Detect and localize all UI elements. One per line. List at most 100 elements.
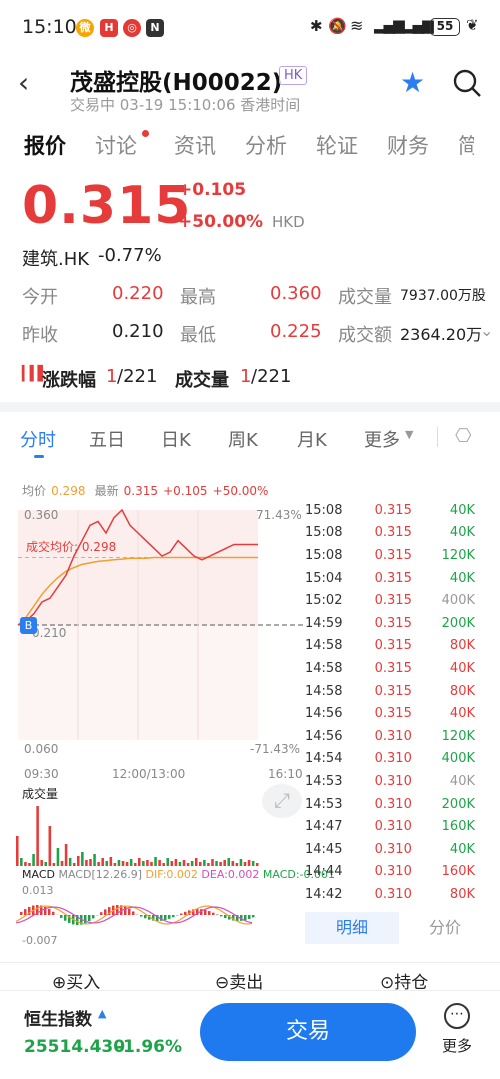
- volume-bar: [64, 844, 68, 866]
- tick-volume: 80K: [449, 886, 475, 902]
- weibo-icon: 微: [76, 19, 94, 37]
- rank-value: 1: [106, 366, 118, 387]
- stock-title: 茂盛控股(H00022): [70, 70, 283, 96]
- tick-volume: 40K: [449, 773, 475, 789]
- rank-value: 1: [240, 366, 252, 387]
- tick-row: 14:42 0.310 80K: [305, 883, 475, 906]
- volume-bar: [162, 863, 165, 866]
- latest-label: 最新: [94, 484, 119, 498]
- tick-volume: 40K: [449, 841, 475, 857]
- tab-profile[interactable]: 简: [458, 130, 474, 160]
- volume-bar: [227, 858, 231, 866]
- pct-axis-bottom: -71.43%: [250, 742, 301, 756]
- volume-bar: [194, 858, 198, 866]
- tab-price-distribution[interactable]: 分价: [405, 912, 485, 944]
- trade-button[interactable]: 交易: [200, 1003, 416, 1061]
- volume-bar: [85, 860, 88, 866]
- tick-volume: 40K: [449, 660, 475, 676]
- section-divider: [0, 402, 500, 412]
- tab-daily[interactable]: 日K: [161, 426, 191, 452]
- leaf-icon: ❦: [466, 16, 479, 34]
- tick-volume: 120K: [441, 547, 475, 563]
- tab-intraday[interactable]: 分时: [20, 426, 56, 452]
- fullscreen-icon[interactable]: ⤢: [262, 784, 302, 818]
- action-row: ⊕买入 ⊖卖出 ⊙持仓: [0, 962, 500, 993]
- volume-bar: [231, 861, 235, 866]
- status-bar: 15:10 微 H ◎ N ✱ 🔕 ≋ ▂▄▆ ▂▄▆ 55 ❦: [0, 0, 500, 52]
- volume-bar: [251, 861, 255, 866]
- latest-pct: +50.00%: [212, 484, 269, 498]
- tab-more[interactable]: 更多: [364, 426, 400, 452]
- volume-bar: [56, 848, 60, 866]
- watchlist-star-icon[interactable]: ★: [400, 66, 425, 99]
- volume-bar: [199, 862, 202, 866]
- volume-bar: [117, 860, 121, 866]
- tab-weekly[interactable]: 周K: [228, 426, 258, 452]
- stat-label: 今开: [22, 287, 58, 308]
- buy-marker[interactable]: B: [20, 617, 37, 634]
- volume-bar: [255, 863, 259, 866]
- tick-volume: 40K: [449, 570, 475, 586]
- caret-down-icon: ▼: [405, 428, 414, 441]
- stat-open: 0.220: [112, 283, 164, 304]
- tab-monthly[interactable]: 月K: [297, 426, 327, 452]
- volume-bar: [77, 856, 80, 866]
- tick-price: 0.315: [374, 683, 412, 699]
- tab-details[interactable]: 明细: [305, 912, 399, 944]
- tick-volume: 120K: [441, 728, 475, 744]
- stat-label: 最低: [180, 325, 216, 346]
- y-axis-bottom: 0.060: [24, 742, 59, 756]
- volume-bar: [207, 863, 210, 866]
- volume-bar: [105, 861, 109, 866]
- tab-news[interactable]: 资讯: [174, 130, 216, 160]
- app-icon: H: [100, 19, 118, 37]
- tick-price: 0.310: [374, 796, 412, 812]
- tab-quote[interactable]: 报价: [24, 130, 66, 160]
- tab-warrants[interactable]: 轮证: [316, 130, 358, 160]
- volume-bar: [89, 859, 92, 866]
- y-axis-ref: 0.210: [32, 626, 67, 640]
- volume-bar: [81, 852, 84, 866]
- stat-turnover: 2364.20万: [400, 325, 483, 344]
- macd-bar: [208, 911, 211, 915]
- macd-chart: [16, 905, 255, 925]
- tick-row: 15:02 0.315 400K: [305, 589, 475, 612]
- tick-price: 0.315: [374, 593, 412, 609]
- volume-bar: [146, 860, 149, 866]
- macd-bar: [252, 915, 255, 918]
- tick-row: 14:44 0.310 160K: [305, 861, 475, 884]
- tick-price: 0.315: [374, 570, 412, 586]
- tick-volume: 200K: [441, 796, 475, 812]
- trading-status: 交易中 03-19 15:10:06 香港时间: [70, 96, 301, 114]
- index-name[interactable]: 恒生指数: [24, 1005, 92, 1030]
- stat-label: 成交额: [338, 325, 392, 346]
- more-label[interactable]: 更多: [442, 1035, 472, 1056]
- rank-total: /221: [117, 366, 158, 387]
- tick-row: 14:53 0.310 40K: [305, 770, 475, 793]
- volume-bar: [48, 826, 52, 866]
- tab-analysis[interactable]: 分析: [245, 130, 287, 160]
- volume-bar: [97, 862, 100, 866]
- tick-time: 14:59: [305, 615, 343, 631]
- tick-price: 0.315: [374, 547, 412, 563]
- search-icon[interactable]: [452, 68, 482, 98]
- macd-bar: [244, 915, 247, 921]
- macd-bar: [164, 915, 167, 921]
- back-icon[interactable]: ‹: [18, 66, 29, 99]
- status-time: 15:10: [22, 16, 77, 38]
- sector-name[interactable]: 建筑.HK: [22, 245, 89, 271]
- rank-total: /221: [251, 366, 292, 387]
- volume-bar: [101, 858, 104, 866]
- stat-label: 成交量: [338, 287, 392, 308]
- tab-finance[interactable]: 财务: [387, 130, 429, 160]
- more-icon[interactable]: ⋯: [444, 1003, 470, 1029]
- chevron-down-icon[interactable]: ⌄: [480, 321, 493, 340]
- tick-price: 0.310: [374, 773, 412, 789]
- trade-ticks-list[interactable]: 15:08 0.315 40K 15:08 0.315 40K 15:08 0.315 120K…: [305, 499, 477, 913]
- tab-five-day[interactable]: 五日: [89, 426, 125, 452]
- tick-row: 14:58 0.315 80K: [305, 680, 475, 703]
- settings-icon[interactable]: ⎔: [455, 425, 472, 447]
- tick-row: 14:47 0.310 160K: [305, 815, 475, 838]
- tick-volume: 40K: [449, 706, 475, 722]
- tab-discussion[interactable]: 讨论: [95, 130, 137, 160]
